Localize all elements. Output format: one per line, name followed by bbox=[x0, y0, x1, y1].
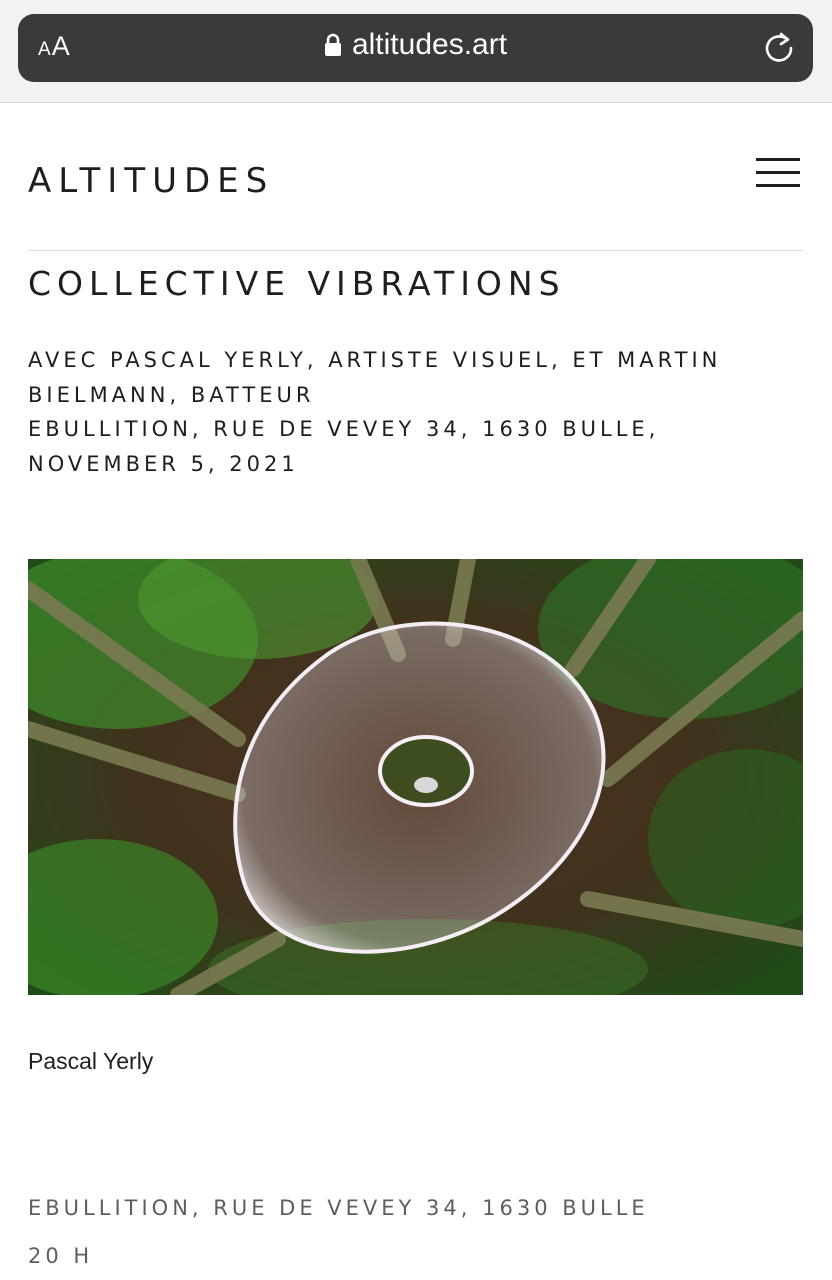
browser-chrome: AA altitudes.art bbox=[0, 0, 832, 103]
reload-icon[interactable] bbox=[761, 30, 797, 66]
site-logo[interactable]: ALTITUDES bbox=[28, 161, 274, 201]
event-title: COLLECTIVE VIBRATIONS bbox=[28, 264, 566, 303]
event-time: 20 H bbox=[28, 1244, 94, 1268]
url-text: altitudes.art bbox=[351, 28, 508, 61]
event-subtitle: AVEC PASCAL YERLY, ARTISTE VISUEL, ET MA… bbox=[28, 348, 722, 407]
event-details: AVEC PASCAL YERLY, ARTISTE VISUEL, ET MA… bbox=[28, 343, 818, 481]
lock-icon bbox=[324, 33, 341, 56]
header-divider bbox=[28, 250, 803, 251]
address-bar[interactable]: AA altitudes.art bbox=[18, 14, 813, 82]
event-venue: EBULLITION, RUE DE VEVEY 34, 1630 BULLE bbox=[28, 1196, 649, 1220]
hamburger-menu-icon[interactable] bbox=[756, 158, 800, 188]
event-location-date: EBULLITION, RUE DE VEVEY 34, 1630 BULLE,… bbox=[28, 417, 660, 476]
url-display[interactable]: altitudes.art bbox=[18, 28, 813, 62]
site-header: ALTITUDES bbox=[28, 155, 804, 215]
event-photo bbox=[28, 559, 803, 995]
image-caption: Pascal Yerly bbox=[28, 1048, 154, 1074]
